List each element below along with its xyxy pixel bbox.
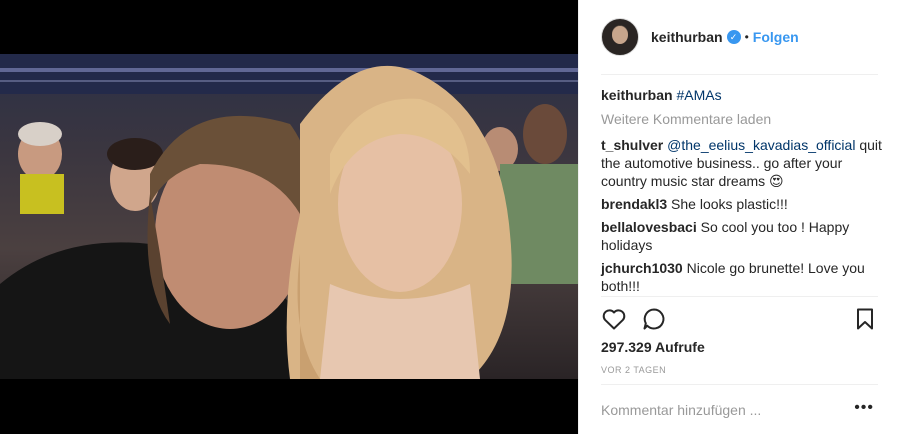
comment-list: keithurban #AMAs Weitere Kommentare lade…: [601, 86, 883, 300]
follow-button[interactable]: Folgen: [753, 29, 799, 45]
post-video-frame[interactable]: [0, 54, 578, 379]
instagram-post: keithurban ✓ • Folgen keithurban #AMAs W…: [0, 0, 900, 434]
comment-item: brendakl3 She looks plastic!!!: [601, 195, 883, 213]
bookmark-icon[interactable]: [852, 306, 878, 332]
comment-input-divider: [601, 384, 878, 385]
view-count[interactable]: 297.329 Aufrufe: [601, 339, 705, 355]
comment-item: jchurch1030 Nicole go brunette! Love you…: [601, 259, 883, 295]
comment-username[interactable]: bellalovesbaci: [601, 219, 697, 235]
comment-icon[interactable]: [641, 306, 667, 332]
caption-username[interactable]: keithurban: [601, 87, 673, 103]
comment-username[interactable]: brendakl3: [601, 196, 667, 212]
verified-badge-icon: ✓: [726, 30, 741, 44]
actions-divider: [601, 296, 878, 297]
post-caption: keithurban #AMAs: [601, 86, 883, 104]
comment-text: She looks plastic!!!: [667, 196, 788, 212]
video-player[interactable]: [0, 0, 578, 434]
comment-username[interactable]: jchurch1030: [601, 260, 683, 276]
post-timestamp[interactable]: VOR 2 TAGEN: [601, 365, 666, 375]
header-separator: •: [744, 30, 749, 44]
comment-item: bellalovesbaci So cool you too ! Happy h…: [601, 218, 883, 254]
caption-hashtag[interactable]: #AMAs: [676, 87, 721, 103]
selfie-photo: [0, 54, 578, 379]
more-options-icon[interactable]: •••: [854, 399, 874, 417]
header-divider: [601, 74, 878, 75]
header-username[interactable]: keithurban: [651, 29, 723, 45]
action-bar: [601, 306, 878, 332]
post-header: keithurban ✓ • Folgen: [579, 0, 900, 74]
heart-icon[interactable]: [601, 306, 627, 332]
comment-input[interactable]: Kommentar hinzufügen ...: [601, 402, 761, 418]
comment-item: t_shulver @the_eelius_kavadias_official …: [601, 136, 883, 190]
comment-mention[interactable]: @the_eelius_kavadias_official: [667, 137, 855, 153]
post-sidebar: keithurban ✓ • Folgen keithurban #AMAs W…: [578, 0, 900, 434]
avatar[interactable]: [601, 18, 639, 56]
comment-username[interactable]: t_shulver: [601, 137, 663, 153]
load-more-comments-button[interactable]: Weitere Kommentare laden: [601, 110, 883, 128]
